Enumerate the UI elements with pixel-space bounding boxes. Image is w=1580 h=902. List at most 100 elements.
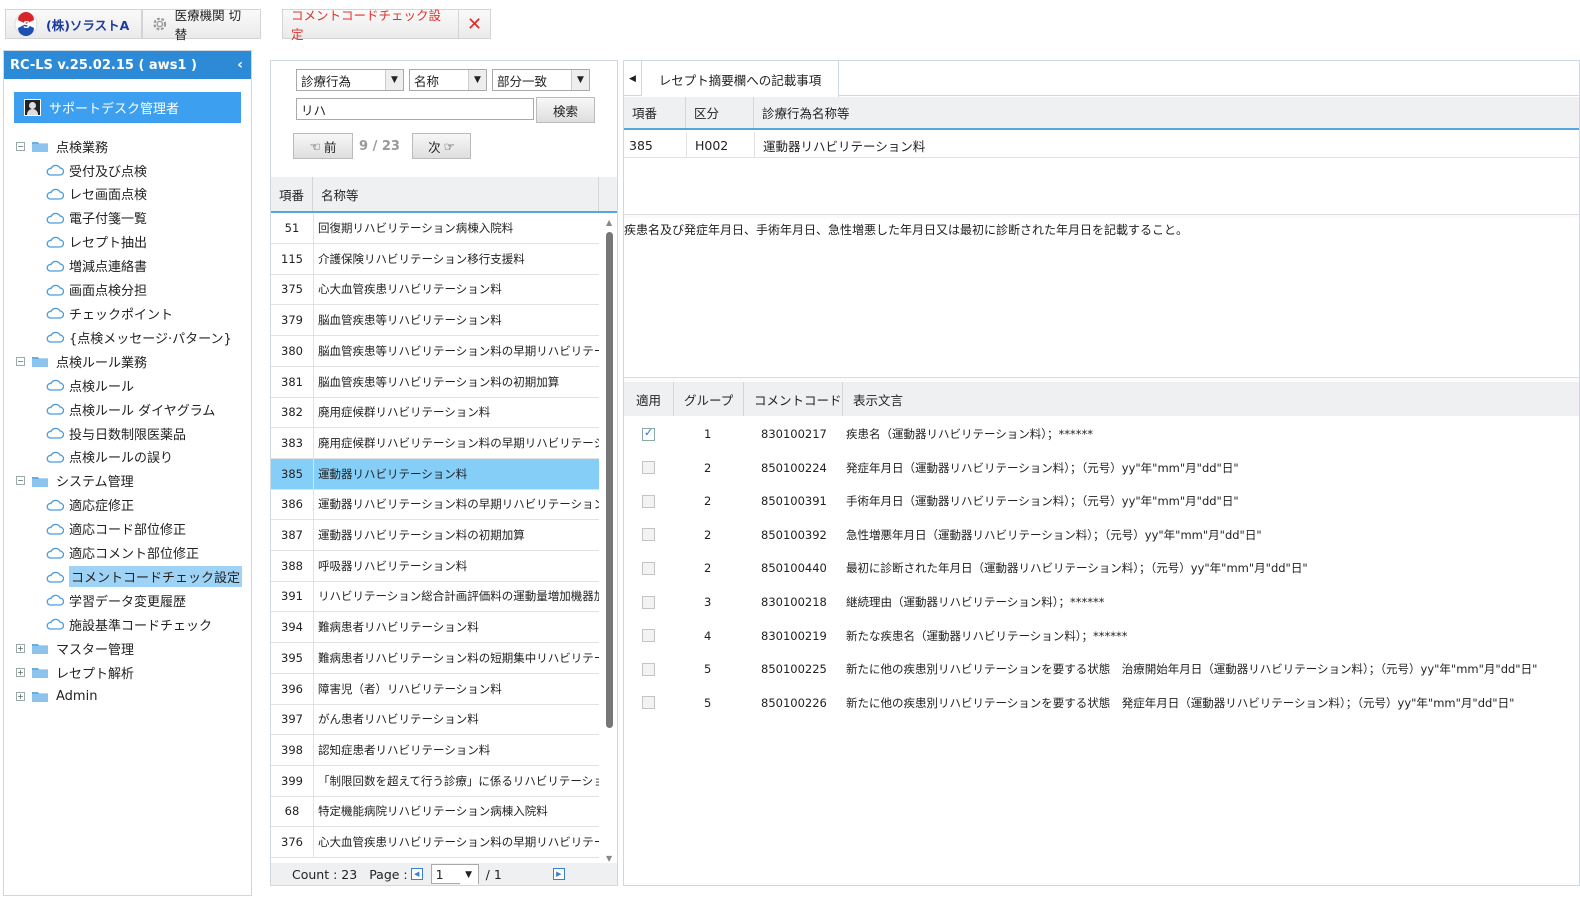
scroll-down-icon[interactable]: ▼ bbox=[606, 854, 612, 863]
tree-item[interactable]: 学習データ変更履歴 bbox=[46, 589, 186, 611]
list-row[interactable]: 68 特定機能病院リハビリテーション病棟入院料 bbox=[271, 796, 599, 828]
search-button[interactable]: 検索 bbox=[536, 97, 595, 123]
list-row[interactable]: 395 難病患者リハビリテーション料の短期集中リハビリテーシ bbox=[271, 642, 599, 674]
list-row[interactable]: 391 リハビリテーション総合計画評価料の運動量増加機器加算 bbox=[271, 581, 599, 613]
list-row[interactable]: 383 廃用症候群リハビリテーション料の早期リハビリテーショ bbox=[271, 427, 599, 459]
apply-checkbox[interactable] bbox=[642, 528, 655, 542]
page-select[interactable]: 1 ▼ bbox=[430, 864, 479, 885]
collapse-icon[interactable]: − bbox=[16, 141, 25, 151]
list-row[interactable]: 398 認知症患者リハビリテーション料 bbox=[271, 734, 599, 766]
tree-item[interactable]: レセプト抽出 bbox=[46, 231, 147, 253]
tab-receipt-summary[interactable]: レセプト摘要欄への記載事項 bbox=[642, 61, 839, 97]
comment-row[interactable]: 2 850100392 急性増悪年月日（運動器リハビリテーション料）；（元号）yy"… bbox=[624, 518, 1579, 552]
comment-row[interactable]: 2 850100391 手術年月日（運動器リハビリテーション料）；（元号）yy"年"… bbox=[624, 484, 1579, 518]
apply-checkbox[interactable] bbox=[642, 426, 655, 441]
tree-item[interactable]: レセ画面点検 bbox=[46, 183, 147, 205]
scroll-thumb[interactable] bbox=[606, 232, 613, 728]
field-select[interactable]: 名称 ▼ bbox=[409, 69, 487, 91]
comment-group: 3 bbox=[704, 595, 712, 609]
prev-button[interactable]: ☜ 前 bbox=[293, 133, 353, 159]
tree-group-1[interactable]: − 点検ルール業務 bbox=[16, 350, 147, 372]
tree-item[interactable]: コメントコードチェック設定 bbox=[46, 566, 243, 588]
tree-item[interactable]: 電子付箋一覧 bbox=[46, 207, 147, 229]
collapse-sidebar-icon[interactable]: ‹ bbox=[237, 57, 243, 73]
expand-icon[interactable]: + bbox=[16, 643, 25, 653]
list-row[interactable]: 51 回復期リハビリテーション病棟入院料 bbox=[271, 213, 599, 244]
comment-row[interactable]: 5 850100225 新たに他の疾患別リハビリテーションを要する状態 治療開始年月… bbox=[624, 652, 1579, 686]
apply-checkbox[interactable] bbox=[642, 561, 655, 575]
expand-icon[interactable]: + bbox=[16, 667, 25, 677]
list-row-no: 387 bbox=[281, 528, 303, 542]
list-row[interactable]: 379 脳血管疾患等リハビリテーション料 bbox=[271, 305, 599, 337]
list-row[interactable]: 394 難病患者リハビリテーション料 bbox=[271, 612, 599, 644]
list-row[interactable]: 385 運動器リハビリテーション料 bbox=[271, 458, 599, 490]
list-row[interactable]: 115 介護保険リハビリテーション移行支援料 bbox=[271, 243, 599, 275]
comment-row[interactable]: 4 830100219 新たな疾患名（運動器リハビリテーション料）；****** bbox=[624, 619, 1579, 653]
apply-checkbox[interactable] bbox=[642, 595, 655, 609]
comment-row[interactable]: 3 830100218 継続理由（運動器リハビリテーション料）；****** bbox=[624, 585, 1579, 619]
comment-row[interactable]: 5 850100226 新たに他の疾患別リハビリテーションを要する状態 発症年月日（… bbox=[624, 686, 1579, 720]
tree-item[interactable]: 適応コード部位修正 bbox=[46, 518, 186, 540]
collapse-icon[interactable]: − bbox=[16, 356, 25, 366]
tree-item[interactable]: 受付及び点検 bbox=[46, 159, 147, 181]
comment-row[interactable]: 2 850100440 最初に診断された年月日（運動器リハビリテーション料）；（元号… bbox=[624, 551, 1579, 585]
close-page-button[interactable]: ✕ bbox=[458, 9, 491, 39]
category-select[interactable]: 診療行為 ▼ bbox=[296, 69, 404, 91]
tree-item[interactable]: 適応症修正 bbox=[46, 494, 134, 516]
tree-item[interactable]: 点検ルール ダイヤグラム bbox=[46, 398, 215, 420]
search-input[interactable]: リハ bbox=[296, 98, 534, 120]
apply-checkbox[interactable] bbox=[642, 696, 655, 710]
apply-checkbox[interactable] bbox=[642, 662, 655, 676]
tree-item[interactable]: 施設基準コードチェック bbox=[46, 613, 212, 635]
list-row-name: 廃用症候群リハビリテーション料 bbox=[313, 397, 599, 428]
tree-group-3[interactable]: + マスター管理 bbox=[16, 637, 134, 659]
tree-item[interactable]: 投与日数制限医薬品 bbox=[46, 422, 186, 444]
tree-item[interactable]: 点検ルール bbox=[46, 374, 134, 396]
list-row-name: 運動器リハビリテーション料の初期加算 bbox=[313, 520, 599, 550]
list-scrollbar[interactable]: ▲ ▼ bbox=[603, 218, 616, 863]
tree-item[interactable]: 増減点連絡書 bbox=[46, 255, 147, 277]
list-row[interactable]: 375 心大血管疾患リハビリテーション料 bbox=[271, 274, 599, 306]
tree-group-0[interactable]: − 点検業務 bbox=[16, 135, 108, 157]
tree-item[interactable]: 点検ルールの誤り bbox=[46, 446, 173, 468]
list-row[interactable]: 381 脳血管疾患等リハビリテーション料の初期加算 bbox=[271, 366, 599, 398]
list-row[interactable]: 376 心大血管疾患リハビリテーション料の早期リハビリテーシ bbox=[271, 827, 599, 858]
detail-row[interactable]: 385 H002 運動器リハビリテーション料 bbox=[624, 132, 1579, 158]
collapse-icon[interactable]: − bbox=[16, 476, 25, 486]
list-row[interactable]: 399 「制限回数を超えて行う診療」に係るリハビリテーション bbox=[271, 765, 599, 797]
list-row[interactable]: 380 脳血管疾患等リハビリテーション料の早期リハビリテーシ bbox=[271, 335, 599, 367]
list-row[interactable]: 386 運動器リハビリテーション料の早期リハビリテーション加 bbox=[271, 489, 599, 521]
tab-scroll-left-icon[interactable]: ◀ bbox=[624, 61, 642, 96]
scroll-up-icon[interactable]: ▲ bbox=[606, 218, 612, 227]
current-page-tab[interactable]: コメントコードチェック設定 bbox=[282, 8, 459, 42]
apply-checkbox[interactable] bbox=[642, 629, 655, 643]
tree-group-5[interactable]: + Admin bbox=[16, 685, 97, 707]
detail-header-name: 診療行為名称等 bbox=[762, 106, 850, 121]
apply-checkbox[interactable] bbox=[642, 494, 655, 508]
list-row[interactable]: 387 運動器リハビリテーション料の初期加算 bbox=[271, 520, 599, 551]
list-row[interactable]: 388 呼吸器リハビリテーション料 bbox=[271, 550, 599, 582]
list-row[interactable]: 396 障害児（者）リハビリテーション料 bbox=[271, 673, 599, 705]
user-box[interactable]: サポートデスク管理者 bbox=[14, 92, 241, 123]
expand-icon[interactable]: + bbox=[16, 691, 25, 701]
tree-item[interactable]: 画面点検分担 bbox=[46, 279, 147, 301]
comment-row[interactable]: 2 850100224 発症年月日（運動器リハビリテーション料）；（元号）yy"年"… bbox=[624, 451, 1579, 485]
tree-group-2[interactable]: − システム管理 bbox=[16, 470, 134, 492]
list-row-name: リハビリテーション総合計画評価料の運動量増加機器加算 bbox=[313, 581, 599, 612]
apply-checkbox[interactable] bbox=[642, 461, 655, 475]
company-button[interactable]: S (株)ソラストA bbox=[5, 9, 142, 39]
list-row[interactable]: 382 廃用症候群リハビリテーション料 bbox=[271, 397, 599, 429]
next-button[interactable]: 次 ☞ bbox=[412, 133, 471, 159]
switch-facility-button[interactable]: 医療機関 切替 bbox=[142, 8, 261, 42]
comment-row[interactable]: 1 830100217 疾患名（運動器リハビリテーション料）；****** bbox=[624, 417, 1579, 451]
tree-group-4[interactable]: + レセプト解析 bbox=[16, 661, 134, 683]
splitter-top[interactable] bbox=[624, 214, 1579, 218]
prev-page-icon[interactable]: ◀ bbox=[410, 868, 423, 880]
splitter-bottom[interactable] bbox=[624, 377, 1579, 381]
tree-item[interactable]: チェックポイント bbox=[46, 302, 173, 324]
list-row[interactable]: 397 がん患者リハビリテーション料 bbox=[271, 704, 599, 736]
match-select[interactable]: 部分一致 ▼ bbox=[492, 69, 590, 91]
tree-item[interactable]: {点検メッセージ·パターン} bbox=[46, 326, 232, 348]
tree-item[interactable]: 適応コメント部位修正 bbox=[46, 542, 199, 564]
next-page-icon[interactable]: ▶ bbox=[552, 868, 565, 880]
